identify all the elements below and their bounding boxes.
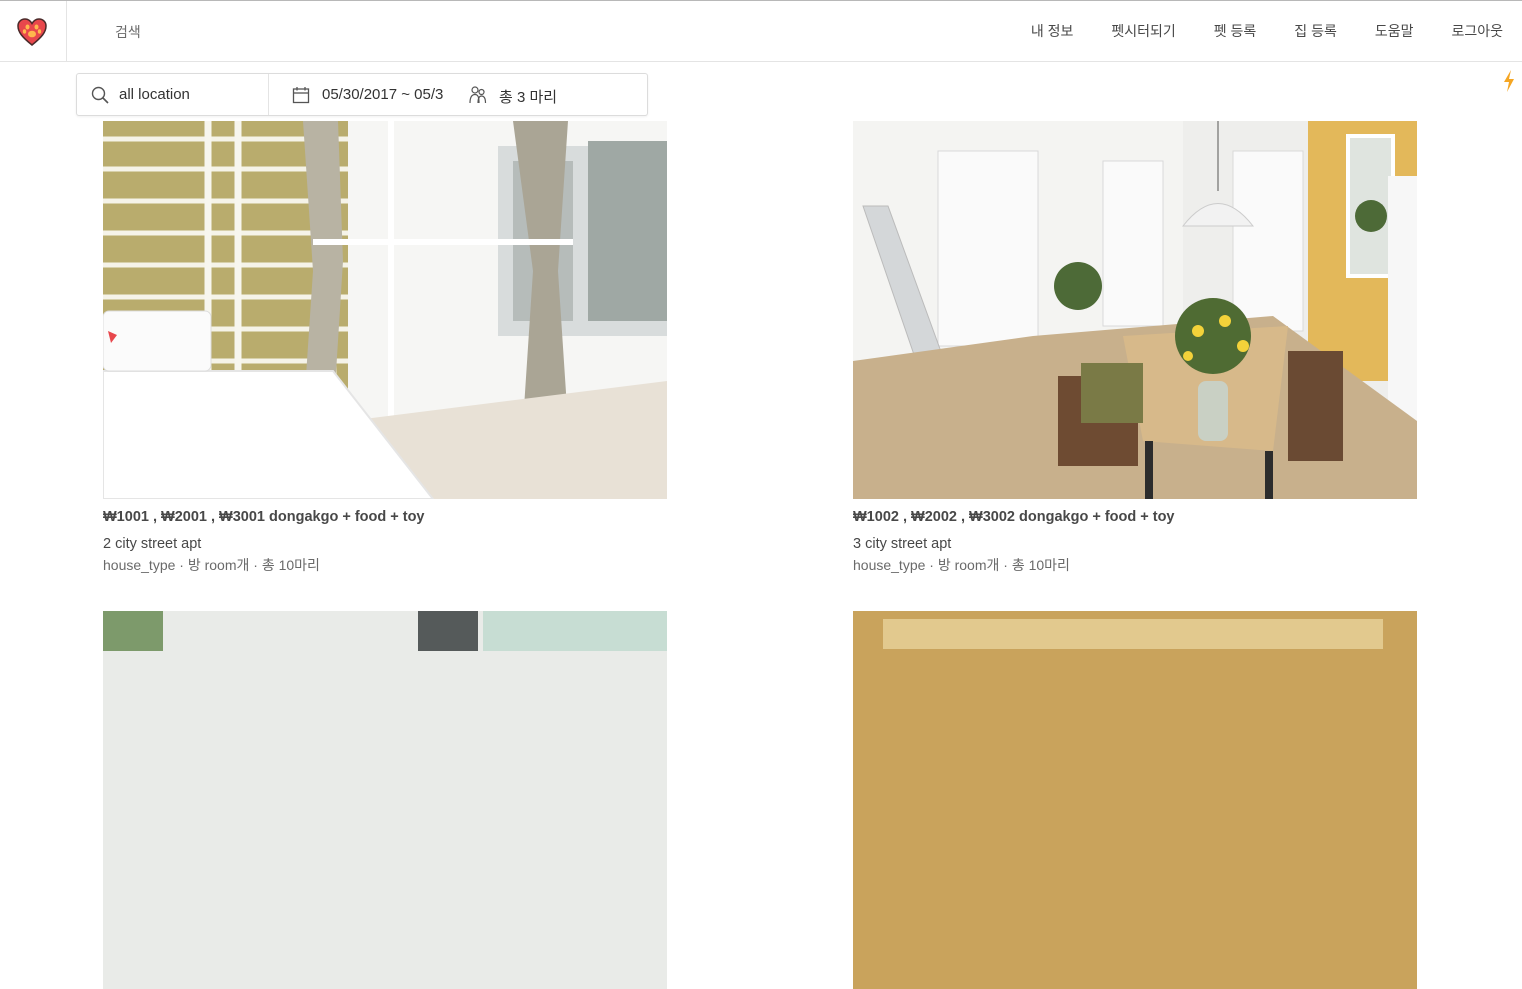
lightning-icon: [1504, 70, 1514, 92]
nav-register-house[interactable]: 집 등록: [1275, 1, 1356, 62]
search-bar: all location 05/30/2017 ~ 05/3 총 3 마리: [76, 73, 648, 116]
listing-photo[interactable]: [853, 611, 1417, 989]
listing-price[interactable]: ₩1002 , ₩2002 , ₩3002 dongakgo + food + …: [853, 509, 1417, 525]
listing-meta: house_type · 방 room개 · 총 10마리: [103, 557, 320, 573]
listing-photo[interactable]: [103, 121, 667, 499]
pets-icon: [469, 86, 487, 104]
nav-my-info[interactable]: 내 정보: [1012, 1, 1093, 62]
nav-logout[interactable]: 로그아웃: [1432, 1, 1522, 62]
listing-photo[interactable]: [103, 611, 667, 989]
nav-help[interactable]: 도움말: [1356, 1, 1433, 62]
listing-address: 3 city street apt: [853, 536, 952, 552]
search-icon: [91, 86, 109, 104]
logo[interactable]: [0, 1, 67, 62]
pet-count-value: 총 3 마리: [499, 89, 558, 106]
date-range-value: 05/30/2017 ~ 05/3: [322, 86, 444, 103]
listing-card[interactable]: ₩1001 , ₩2001 , ₩3001 dongakgo + food + …: [103, 121, 667, 575]
listing-card[interactable]: [103, 611, 667, 989]
main-nav: 내 정보 펫시터되기 펫 등록 집 등록 도움말 로그아웃: [1012, 1, 1522, 62]
listing-price[interactable]: ₩1001 , ₩2001 , ₩3001 dongakgo + food + …: [103, 509, 667, 525]
location-value: all location: [119, 86, 190, 103]
listing-meta: house_type · 방 room개 · 총 10마리: [853, 557, 1070, 573]
listing-photo[interactable]: [853, 121, 1417, 499]
location-field[interactable]: all location: [77, 74, 269, 115]
listing-address: 2 city street apt: [103, 536, 202, 552]
nav-become-sitter[interactable]: 펫시터되기: [1092, 1, 1194, 62]
listing-card[interactable]: ₩1002 , ₩2002 , ₩3002 dongakgo + food + …: [853, 121, 1417, 575]
top-navbar: 검색 내 정보 펫시터되기 펫 등록 집 등록 도움말 로그아웃: [0, 0, 1522, 62]
nav-register-pet[interactable]: 펫 등록: [1195, 1, 1276, 62]
search-label[interactable]: 검색: [115, 22, 141, 42]
calendar-icon: [292, 87, 310, 104]
listing-card[interactable]: [853, 611, 1417, 989]
paw-heart-logo-icon: [17, 18, 47, 46]
